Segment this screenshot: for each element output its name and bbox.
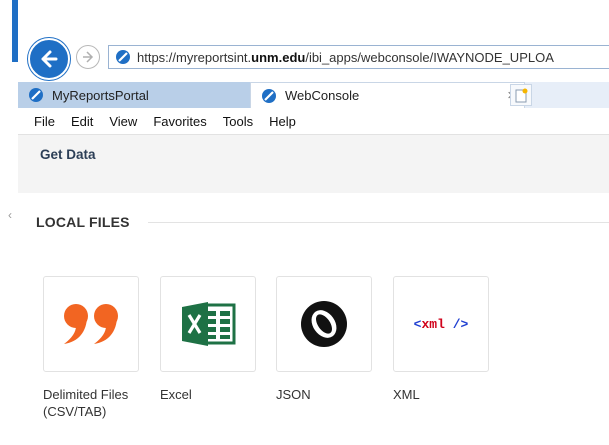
back-arrow-icon <box>41 50 58 68</box>
menu-favorites[interactable]: Favorites <box>153 114 206 129</box>
tab-myreportsportal[interactable]: MyReportsPortal <box>18 82 250 108</box>
address-bar[interactable]: https://myreportsint.unm.edu/ibi_apps/we… <box>108 45 609 69</box>
forward-button[interactable] <box>76 45 100 69</box>
json-tile[interactable] <box>276 276 372 372</box>
ie-logo-icon <box>116 50 130 64</box>
section-title: LOCAL FILES <box>36 214 130 230</box>
delimited-files-tile[interactable] <box>43 276 139 372</box>
menu-view[interactable]: View <box>109 114 137 129</box>
collapse-chevron-icon[interactable]: ‹ <box>8 208 12 222</box>
menu-help[interactable]: Help <box>269 114 296 129</box>
excel-tile[interactable] <box>160 276 256 372</box>
tab-label: WebConsole <box>285 88 360 103</box>
tab-label: MyReportsPortal <box>52 87 149 103</box>
xml-icon: <xml /> <box>413 316 469 332</box>
quote-icon <box>64 304 118 344</box>
json-label: JSON <box>276 387 311 402</box>
xml-tile[interactable]: <xml /> <box>393 276 489 372</box>
new-tab-icon <box>515 88 528 103</box>
page-title: Get Data <box>40 147 96 162</box>
left-edge <box>0 193 18 445</box>
page-header: Get Data <box>18 135 609 193</box>
menu-edit[interactable]: Edit <box>71 114 93 129</box>
menu-tools[interactable]: Tools <box>223 114 253 129</box>
forward-arrow-icon <box>83 51 94 63</box>
section-divider <box>148 222 609 223</box>
ie-logo-icon <box>29 88 43 102</box>
menu-file[interactable]: File <box>34 114 55 129</box>
menu-bar: File Edit View Favorites Tools Help <box>18 108 609 135</box>
back-button[interactable] <box>28 38 70 80</box>
delimited-files-label: Delimited Files (CSV/TAB) <box>43 387 129 419</box>
json-icon <box>301 301 347 347</box>
excel-icon <box>182 302 236 346</box>
excel-label: Excel <box>160 387 192 402</box>
ie-logo-icon <box>262 88 276 103</box>
xml-label: XML <box>393 387 420 402</box>
new-tab-button[interactable] <box>510 84 532 106</box>
tab-webconsole[interactable]: WebConsole × <box>250 82 525 108</box>
url-text: https://myreportsint.unm.edu/ibi_apps/we… <box>137 49 554 65</box>
